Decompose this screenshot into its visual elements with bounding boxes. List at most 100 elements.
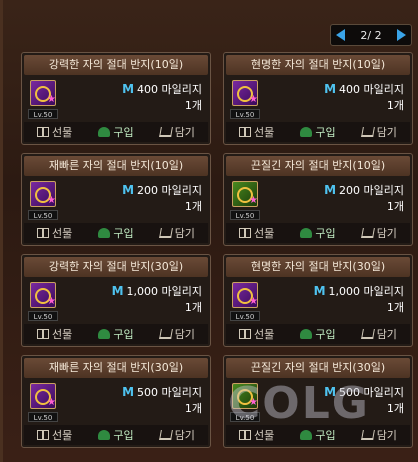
prev-page-icon[interactable] <box>336 29 345 41</box>
buy-button[interactable]: 구입 <box>296 123 339 141</box>
add-to-cart-button[interactable]: 담기 <box>156 224 199 242</box>
buy-label: 구입 <box>315 126 336 139</box>
quantity: 1개 <box>184 99 202 112</box>
mileage-icon: M <box>324 82 337 96</box>
level-badge: Lv.50 <box>28 109 58 119</box>
gift-label: 선물 <box>254 126 275 139</box>
level-badge: Lv.50 <box>230 210 260 220</box>
page-indicator: 2/ 2 <box>360 28 382 42</box>
cart-label: 담기 <box>174 328 195 341</box>
ring-icon[interactable]: ★ <box>232 282 258 308</box>
ring-icon[interactable]: ★ <box>30 80 56 106</box>
cart-label: 담기 <box>174 126 195 139</box>
add-to-cart-button[interactable]: 담기 <box>156 426 199 444</box>
item-actions: 선물 구입 담기 <box>226 324 410 344</box>
gift-button[interactable]: 선물 <box>235 224 278 242</box>
item-actions: 선물 구입 담기 <box>226 223 410 243</box>
mileage-icon: M <box>324 183 337 197</box>
svg-text:★: ★ <box>249 195 258 206</box>
item-title: 재빠른 자의 절대 반지(10일) <box>24 156 208 176</box>
price-text: 400 마일리지 <box>339 83 404 96</box>
quantity: 1개 <box>386 99 404 112</box>
quantity: 1개 <box>386 200 404 213</box>
buy-button[interactable]: 구입 <box>94 325 137 343</box>
buy-icon <box>300 430 313 440</box>
next-page-icon[interactable] <box>396 29 406 41</box>
buy-label: 구입 <box>113 429 134 442</box>
item-title: 끈질긴 자의 절대 반지(30일) <box>226 358 410 378</box>
add-to-cart-button[interactable]: 담기 <box>358 123 401 141</box>
buy-label: 구입 <box>113 227 134 240</box>
buy-button[interactable]: 구입 <box>94 426 137 444</box>
mileage-icon: M <box>122 82 135 96</box>
add-to-cart-button[interactable]: 담기 <box>156 123 199 141</box>
gift-button[interactable]: 선물 <box>33 123 76 141</box>
gift-icon <box>239 228 252 238</box>
item-actions: 선물 구입 담기 <box>24 324 208 344</box>
ring-icon[interactable]: ★ <box>232 80 258 106</box>
cart-label: 담기 <box>376 429 397 442</box>
item-actions: 선물 구입 담기 <box>24 122 208 142</box>
buy-icon <box>300 329 313 339</box>
price: M 200 마일리지 <box>324 182 404 198</box>
ring-icon[interactable]: ★ <box>30 282 56 308</box>
price: M 1,000 마일리지 <box>112 283 202 299</box>
watermark-logo: COLG <box>228 378 370 429</box>
gift-button[interactable]: 선물 <box>33 224 76 242</box>
gift-button[interactable]: 선물 <box>235 123 278 141</box>
ring-icon[interactable]: ★ <box>232 181 258 207</box>
buy-button[interactable]: 구입 <box>94 224 137 242</box>
item-title: 강력한 자의 절대 반지(10일) <box>24 55 208 75</box>
gift-label: 선물 <box>52 429 73 442</box>
add-to-cart-button[interactable]: 담기 <box>358 224 401 242</box>
item-card: 재빠른 자의 절대 반지(30일) ★ Lv.50 M 500 마일리지 1개 … <box>21 355 211 448</box>
ring-icon[interactable]: ★ <box>30 181 56 207</box>
item-title: 강력한 자의 절대 반지(30일) <box>24 257 208 277</box>
gift-button[interactable]: 선물 <box>33 426 76 444</box>
item-card: 재빠른 자의 절대 반지(10일) ★ Lv.50 M 200 마일리지 1개 … <box>21 153 211 246</box>
svg-text:★: ★ <box>47 195 56 206</box>
mileage-icon: M <box>111 284 124 298</box>
mileage-icon: M <box>122 183 135 197</box>
cart-label: 담기 <box>174 227 195 240</box>
gift-icon <box>37 329 50 339</box>
item-title: 재빠른 자의 절대 반지(30일) <box>24 358 208 378</box>
gift-icon <box>37 430 50 440</box>
gift-label: 선물 <box>52 227 73 240</box>
add-to-cart-button[interactable]: 담기 <box>156 325 199 343</box>
gift-button[interactable]: 선물 <box>33 325 76 343</box>
svg-text:★: ★ <box>47 296 56 307</box>
buy-label: 구입 <box>315 328 336 341</box>
add-to-cart-button[interactable]: 담기 <box>358 325 401 343</box>
price-text: 200 마일리지 <box>339 184 404 197</box>
buy-button[interactable]: 구입 <box>296 325 339 343</box>
item-title: 현명한 자의 절대 반지(30일) <box>226 257 410 277</box>
svg-text:★: ★ <box>249 296 258 307</box>
gift-icon <box>37 228 50 238</box>
buy-button[interactable]: 구입 <box>94 123 137 141</box>
cart-icon <box>158 127 173 137</box>
quantity: 1개 <box>386 301 404 314</box>
level-badge: Lv.50 <box>28 412 58 422</box>
item-title: 끈질긴 자의 절대 반지(10일) <box>226 156 410 176</box>
buy-icon <box>300 127 313 137</box>
gift-icon <box>239 430 252 440</box>
cart-label: 담기 <box>376 227 397 240</box>
cart-icon <box>158 228 173 238</box>
price-text: 500 마일리지 <box>137 386 202 399</box>
item-title: 현명한 자의 절대 반지(10일) <box>226 55 410 75</box>
cart-icon <box>360 228 375 238</box>
cart-label: 담기 <box>376 328 397 341</box>
buy-button[interactable]: 구입 <box>296 224 339 242</box>
buy-icon <box>98 430 111 440</box>
gift-label: 선물 <box>254 429 275 442</box>
buy-label: 구입 <box>315 227 336 240</box>
quantity: 1개 <box>386 402 404 415</box>
item-actions: 선물 구입 담기 <box>24 223 208 243</box>
ring-icon[interactable]: ★ <box>30 383 56 409</box>
svg-text:★: ★ <box>47 94 56 105</box>
item-card: 끈질긴 자의 절대 반지(10일) ★ Lv.50 M 200 마일리지 1개 … <box>223 153 413 246</box>
item-card: 강력한 자의 절대 반지(30일) ★ Lv.50 M 1,000 마일리지 1… <box>21 254 211 347</box>
gift-button[interactable]: 선물 <box>235 325 278 343</box>
gift-icon <box>239 329 252 339</box>
